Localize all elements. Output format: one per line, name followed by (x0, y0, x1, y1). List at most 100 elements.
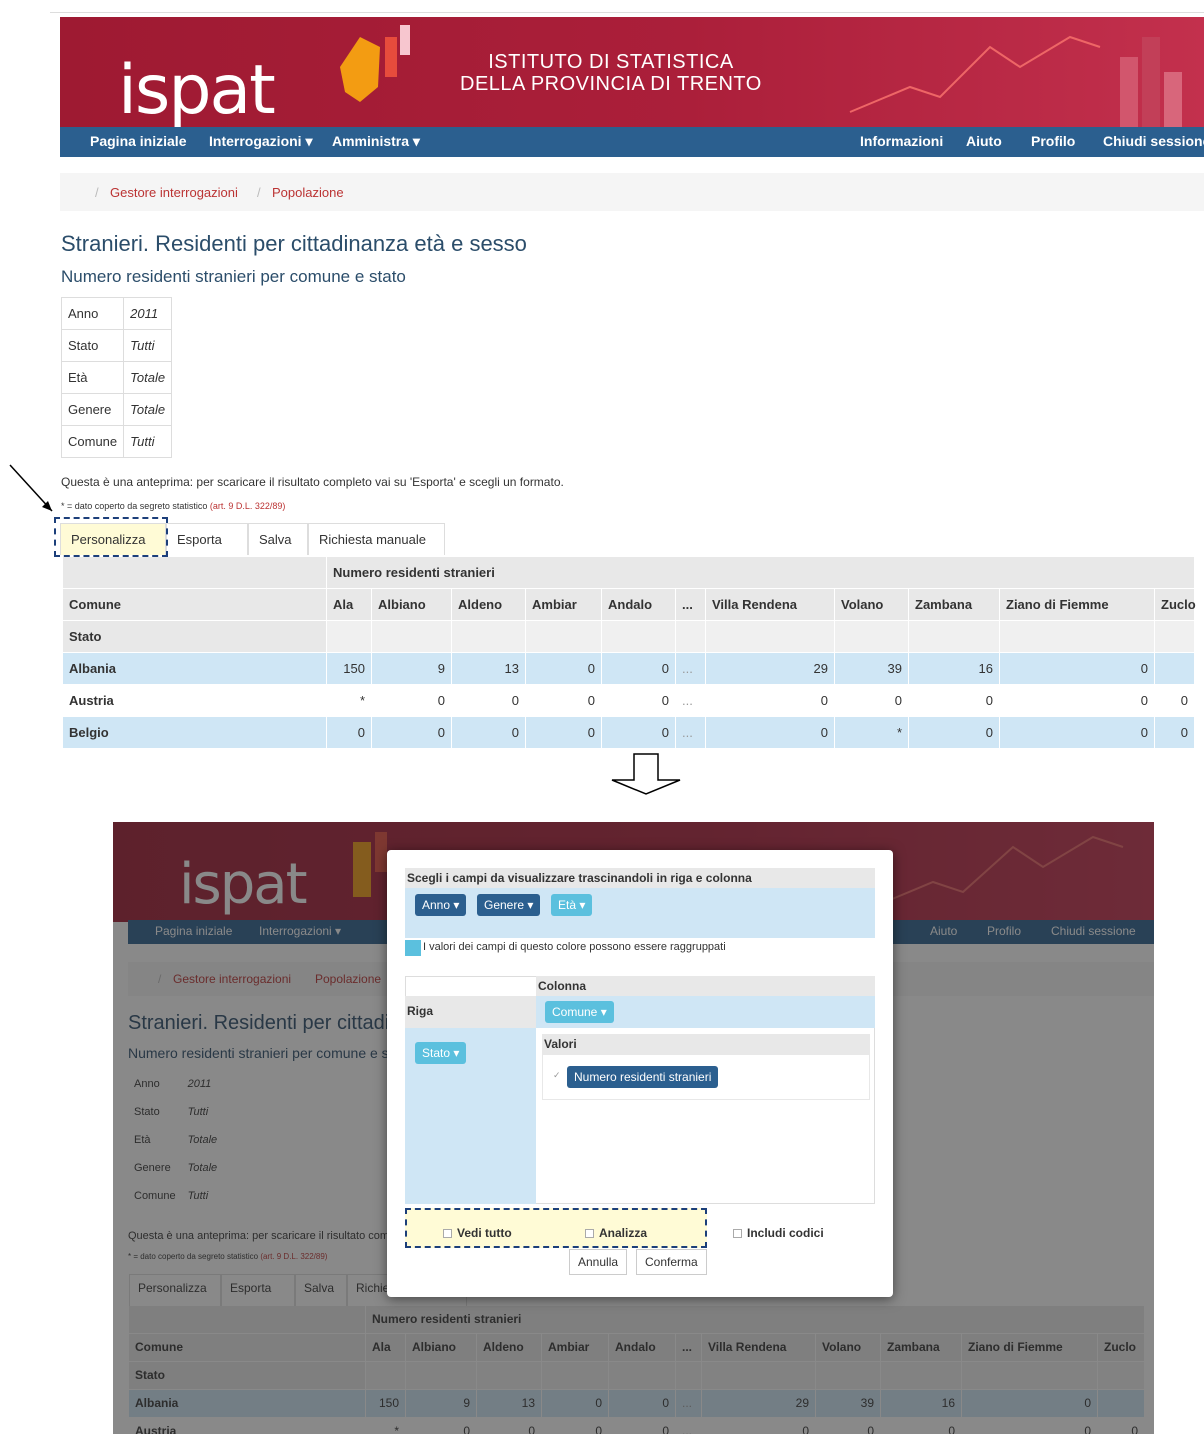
header-blank (705, 621, 834, 652)
table-cell: 0 (525, 717, 601, 748)
filter-value: Totale (123, 393, 173, 426)
column-header: Andalo (601, 589, 675, 620)
option-analyze[interactable]: Analizza (585, 1226, 647, 1240)
table-header-measure: Numero residenti stranieri (62, 557, 1194, 588)
column-header: Zambana (908, 589, 999, 620)
nav-help[interactable]: Aiuto (966, 133, 1002, 149)
row-label: Austria (62, 685, 326, 716)
table-cell: 0 (1154, 685, 1194, 716)
field-eta[interactable]: Età ▾ (551, 894, 593, 916)
filter-value: Totale (123, 361, 173, 394)
table-cell: 0 (834, 685, 908, 716)
column-header: Zuclo (1154, 589, 1196, 620)
table-cell: 9 (371, 653, 451, 684)
table-cell (1154, 653, 1194, 684)
table-cell: 0 (705, 685, 834, 716)
values-header: Valori (542, 1034, 870, 1054)
breadcrumb-queries[interactable]: Gestore interrogazioni (110, 185, 238, 200)
filter-label: Età (60, 361, 125, 394)
nav-info[interactable]: Informazioni (860, 133, 943, 149)
table-cell: 0 (705, 717, 834, 748)
filter-label: Comune (60, 425, 125, 458)
filter-value: Tutti (123, 425, 173, 458)
row-dim-header: Comune (62, 589, 326, 620)
filter-row: EtàTotale (60, 361, 173, 394)
ispat-logo: ispat (118, 51, 276, 127)
groupable-legend: I valori dei campi di questo colore poss… (423, 941, 726, 953)
table-cell: 0 (451, 717, 525, 748)
nav-logout[interactable]: Chiudi sessione (1103, 133, 1204, 149)
tab-save[interactable]: Salva (248, 523, 308, 555)
filter-value: Tutti (123, 329, 173, 362)
table-cell: 0 (601, 717, 675, 748)
table-cell: 0 (601, 685, 675, 716)
measure-header: Numero residenti stranieri (326, 557, 1194, 588)
nav-profile[interactable]: Profilo (1031, 133, 1075, 149)
table-cell: 13 (451, 653, 525, 684)
table-row: Austria*0000...00000 (62, 685, 1194, 716)
show-all-checkbox[interactable] (443, 1229, 452, 1239)
secret-note: * = dato coperto da segreto statistico (… (61, 501, 286, 511)
column-header: Ambiar (525, 589, 601, 620)
down-arrow-icon (611, 753, 681, 795)
table-cell: 0 (371, 717, 451, 748)
nav-home[interactable]: Pagina iniziale (90, 133, 186, 149)
field-anno[interactable]: Anno ▾ (415, 894, 467, 916)
page-subtitle: Numero residenti stranieri per comune e … (61, 267, 406, 286)
groupable-color-swatch (405, 940, 421, 956)
nav-admin[interactable]: Amministra ▾ (332, 133, 420, 150)
filter-value: 2011 (123, 297, 173, 330)
table-row: Albania15091300...2939160 (62, 653, 1194, 684)
column-header: Colonna (536, 976, 875, 996)
table-cell: * (326, 685, 371, 716)
include-codes-checkbox[interactable] (733, 1229, 742, 1239)
value-numero-residenti[interactable]: Numero residenti stranieri (567, 1066, 719, 1088)
row-label: Albania (62, 653, 326, 684)
table-cell: 0 (999, 685, 1154, 716)
breadcrumb: / Gestore interrogazioni / Popolazione (60, 173, 1204, 211)
row-label: Belgio (62, 717, 326, 748)
table-cell: 0 (908, 717, 999, 748)
table-cell: 29 (705, 653, 834, 684)
table-cell: 0 (371, 685, 451, 716)
header-blank (326, 621, 371, 652)
table-cell: 0 (999, 653, 1154, 684)
field-genere[interactable]: Genere ▾ (477, 894, 541, 916)
table-cell: 0 (908, 685, 999, 716)
table-cell: * (834, 717, 908, 748)
table-cell: ... (675, 653, 705, 684)
filter-label: Anno (60, 297, 125, 330)
secret-law-link[interactable]: (art. 9 D.L. 322/89) (210, 501, 286, 511)
header-blank (1154, 621, 1194, 652)
tab-manual-request[interactable]: Richiesta manuale (308, 523, 445, 555)
results-table: Numero residenti stranieriComuneAlaAlbia… (62, 557, 1204, 750)
value-checkmark-icon[interactable]: ✓ (553, 1070, 561, 1081)
option-include-codes[interactable]: Includi codici (733, 1226, 824, 1240)
breadcrumb-population[interactable]: Popolazione (272, 185, 344, 200)
table-cell: 0 (601, 653, 675, 684)
filter-summary-table: Anno2011StatoTuttiEtàTotaleGenereTotaleC… (60, 297, 173, 458)
analyze-checkbox[interactable] (585, 1229, 594, 1239)
row-dim2-header: Stato (62, 621, 326, 652)
column-field-comune[interactable]: Comune ▾ (545, 1001, 614, 1023)
highlight-customize (54, 517, 168, 557)
nav-queries[interactable]: Interrogazioni ▾ (209, 133, 312, 150)
table-header-columns: ComuneAlaAlbianoAldenoAmbiarAndalo...Vil… (62, 589, 1196, 620)
option-show-all[interactable]: Vedi tutto (443, 1226, 512, 1240)
column-header: Ala (326, 589, 371, 620)
cancel-button[interactable]: Annulla (569, 1249, 628, 1275)
column-header: Albiano (371, 589, 451, 620)
table-cell: 0 (525, 653, 601, 684)
institute-name: ISTITUTO DI STATISTICA DELLA PROVINCIA D… (460, 51, 762, 95)
confirm-button[interactable]: Conferma (636, 1249, 707, 1275)
header-blank (834, 621, 908, 652)
tab-export[interactable]: Esporta (166, 523, 248, 555)
filter-label: Stato (60, 329, 125, 362)
header-blank (999, 621, 1154, 652)
table-cell: 0 (451, 685, 525, 716)
row-field-stato[interactable]: Stato ▾ (415, 1042, 467, 1064)
filter-label: Genere (60, 393, 125, 426)
table-header-stato: Stato (62, 621, 1194, 652)
page-title: Stranieri. Residenti per cittadinanza et… (61, 231, 527, 256)
column-header: Volano (834, 589, 908, 620)
